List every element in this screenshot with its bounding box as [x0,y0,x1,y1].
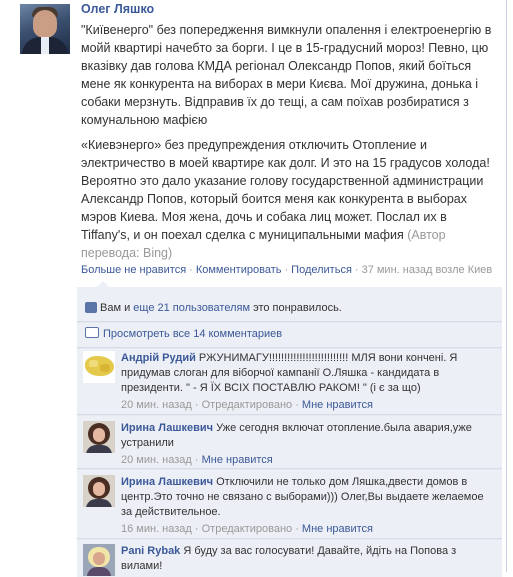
page-right-border [506,0,507,572]
comment-body: Pani Rybak Я буду за вас голосувати! Дав… [121,544,491,574]
divider [77,538,502,540]
comment-like-link[interactable]: Мне нравится [302,399,373,411]
comment-body: Андрій Рудий РЖУНИМАГУ!!!!!!!!!!!!!!!!!!… [121,351,491,413]
translation-text: «Киевэнерго» без предупреждения отключит… [81,138,490,242]
comment-body: Ирина Лашкевич Отключили не только дом Л… [121,475,491,537]
comment-time: 16 мин. назад [121,523,192,535]
comment-like-link[interactable]: Мне нравится [202,454,273,466]
separator-dot: · [189,264,193,276]
view-all-comments[interactable]: Просмотреть все 14 комментариев [85,327,282,340]
divider [77,414,502,416]
likes-summary: Вам и еще 21 пользователям это понравило… [85,302,342,314]
separator-dot: · [284,264,289,276]
comment-like-link[interactable]: Мне нравится [302,523,373,535]
share-link[interactable]: Поделиться [291,264,352,276]
divider [77,321,502,323]
comment-meta: 20 мин. назад · Мне нравится [121,454,273,466]
post-author-name[interactable]: Олег Ляшко [81,2,154,16]
post-text-original: "Київенерго" без попередження вимкнули о… [81,23,492,127]
commenter-avatar[interactable] [83,351,115,383]
divider [77,468,502,470]
commenter-name[interactable]: Ирина Лашкевич [121,422,213,434]
comment-edited-label: Отредактировано [201,523,293,535]
commenter-name[interactable]: Pani Rybak [121,545,180,557]
comment-bubble-icon [85,327,99,338]
post-timestamp-location: 37 мин. назад возле Киев [361,264,493,276]
comment-edited-label: Отредактировано [201,399,293,411]
comment-meta: 20 мин. назад · Отредактировано · Мне нр… [121,399,374,411]
view-all-comments-link[interactable]: Просмотреть все 14 комментариев [103,328,282,340]
likes-suffix: это понравилось. [250,302,342,314]
commenter-name[interactable]: Ирина Лашкевич [121,476,213,488]
commenter-avatar[interactable] [83,421,115,453]
post-text-translation: «Киевэнерго» без предупреждения отключит… [81,136,499,262]
comment-meta: 16 мин. назад · Отредактировано · Мне нр… [121,523,374,535]
post-actions: Больше не нравится · Комментировать · Подели… [81,264,501,276]
commenter-avatar[interactable] [83,475,115,507]
author-avatar[interactable] [20,4,70,54]
comment-time: 20 мин. назад [121,399,192,411]
likes-others-link[interactable]: еще 21 пользователям [133,302,250,314]
comment-time: 20 мин. назад [121,454,192,466]
separator-dot: · [354,264,359,276]
thumbs-up-icon [85,302,97,313]
comment-link[interactable]: Комментировать [196,264,282,276]
commenter-name[interactable]: Андрій Рудий [121,352,196,364]
feedback-box: Вам и еще 21 пользователям это понравило… [77,287,502,577]
commenter-avatar[interactable] [83,544,115,576]
comment-body: Ирина Лашкевич Уже сегодня включат отопл… [121,421,491,468]
divider [77,347,502,349]
unlike-link[interactable]: Больше не нравится [81,264,186,276]
likes-prefix: Вам и [100,302,134,314]
